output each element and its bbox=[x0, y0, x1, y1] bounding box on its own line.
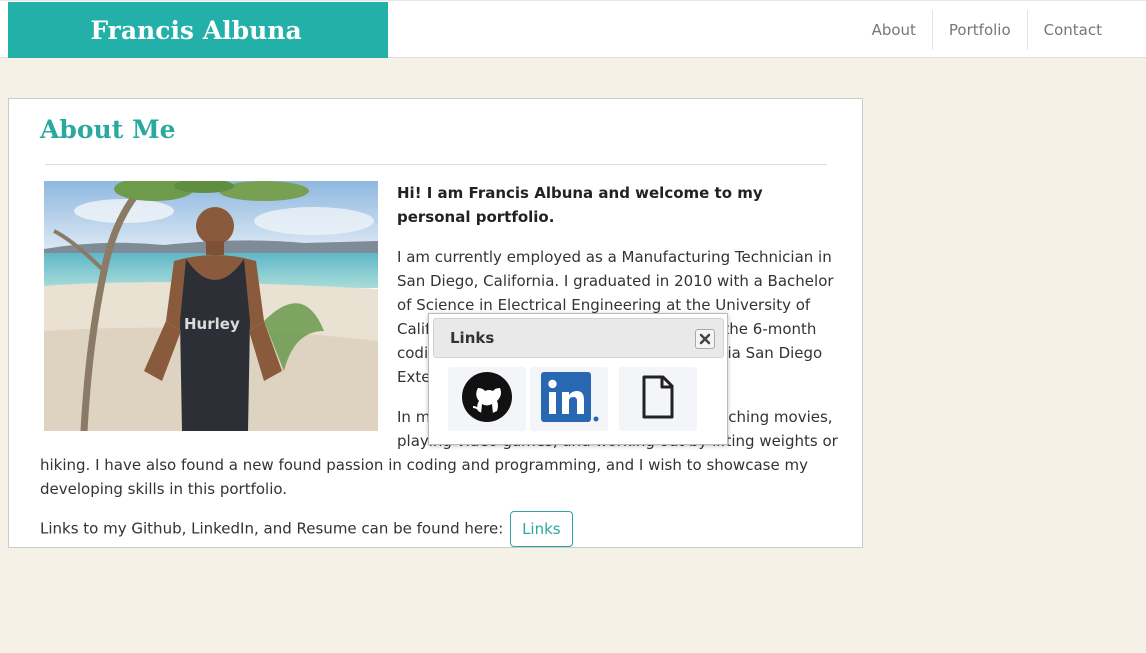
resume-link[interactable] bbox=[619, 367, 697, 431]
document-icon bbox=[641, 375, 675, 423]
linkedin-icon bbox=[538, 370, 600, 428]
nav-link-about[interactable]: About bbox=[856, 10, 932, 50]
links-button[interactable]: Links bbox=[510, 511, 573, 547]
links-text: Links to my Github, LinkedIn, and Resume… bbox=[40, 519, 504, 538]
nav-link-portfolio[interactable]: Portfolio bbox=[931, 10, 1027, 50]
github-link[interactable] bbox=[448, 367, 526, 431]
links-modal: Links bbox=[428, 313, 728, 445]
close-icon[interactable] bbox=[695, 329, 715, 349]
about-title: About Me bbox=[40, 115, 176, 144]
nav-link-contact[interactable]: Contact bbox=[1026, 10, 1118, 50]
brand-title[interactable]: Francis Albuna bbox=[8, 2, 388, 58]
navbar: Francis Albuna About Portfolio Contact bbox=[0, 0, 1146, 58]
github-icon bbox=[461, 371, 513, 427]
linkedin-link[interactable] bbox=[530, 367, 608, 431]
modal-header: Links bbox=[433, 318, 724, 358]
modal-title: Links bbox=[450, 329, 495, 347]
links-line: Links to my Github, LinkedIn, and Resume… bbox=[40, 511, 840, 547]
nav-menu: About Portfolio Contact bbox=[856, 10, 1118, 50]
title-divider bbox=[45, 164, 827, 165]
